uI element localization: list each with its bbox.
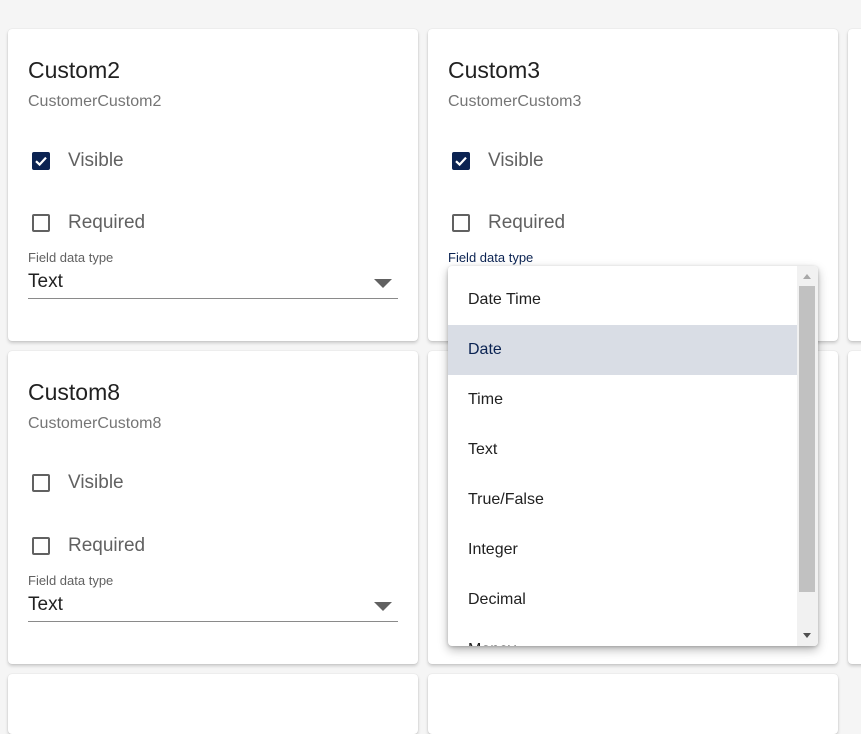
field-data-type-label: Field data type xyxy=(448,250,534,265)
option-date[interactable]: Date xyxy=(448,325,797,375)
field-data-type-label: Field data type xyxy=(28,573,114,588)
field-data-type-dropdown[interactable]: Date Time Date Time Text True/False Inte… xyxy=(448,266,818,646)
caret-down-icon xyxy=(374,279,392,288)
option-money[interactable]: Money xyxy=(448,625,797,646)
visible-checkbox[interactable]: Visible xyxy=(452,150,544,172)
required-label: Required xyxy=(68,212,146,233)
card-title: Custom8 xyxy=(28,379,121,405)
field-data-type-select[interactable]: Text xyxy=(28,592,398,622)
select-value: Text xyxy=(28,594,63,615)
dropdown-options: Date Time Date Time Text True/False Inte… xyxy=(448,275,797,646)
visible-checkbox[interactable]: Visible xyxy=(32,472,124,494)
visible-label: Visible xyxy=(68,472,124,493)
field-data-type-select[interactable]: Text xyxy=(28,269,398,299)
dropdown-scrollbar[interactable] xyxy=(797,266,818,646)
caret-down-icon xyxy=(374,602,392,611)
card-subtitle: CustomerCustom3 xyxy=(448,93,582,110)
visible-label: Visible xyxy=(488,150,544,171)
required-checkbox[interactable]: Required xyxy=(32,535,145,557)
card-title: Custom3 xyxy=(448,57,541,83)
checkbox-box[interactable] xyxy=(32,474,50,492)
checkbox-box[interactable] xyxy=(32,214,50,232)
card-subtitle: CustomerCustom8 xyxy=(28,415,162,432)
field-card-custom8: Custom8 CustomerCustom8 Visible Required… xyxy=(8,351,418,664)
visible-checkbox[interactable]: Visible xyxy=(32,150,124,172)
checkbox-box[interactable] xyxy=(452,152,470,170)
checkmark-icon xyxy=(35,156,47,167)
field-card-custom2: Custom2 CustomerCustom2 Visible Required… xyxy=(8,29,418,341)
required-checkbox[interactable]: Required xyxy=(452,212,565,234)
field-data-type-label: Field data type xyxy=(28,250,114,265)
required-label: Required xyxy=(68,535,146,556)
checkbox-box[interactable] xyxy=(32,152,50,170)
option-decimal[interactable]: Decimal xyxy=(448,575,797,625)
card-subtitle: CustomerCustom2 xyxy=(28,93,162,110)
option-integer[interactable]: Integer xyxy=(448,525,797,575)
scrollbar-thumb[interactable] xyxy=(799,286,815,592)
field-card-partial-right xyxy=(848,29,861,341)
scroll-up-arrow-icon[interactable] xyxy=(803,274,811,279)
checkbox-box[interactable] xyxy=(452,214,470,232)
field-card-partial-right-2 xyxy=(848,351,861,664)
scroll-down-arrow-icon[interactable] xyxy=(803,633,811,638)
field-card-partial-bottom-1 xyxy=(8,674,418,734)
field-card-partial-bottom-2 xyxy=(428,674,838,734)
select-value: Text xyxy=(28,271,63,292)
option-true-false[interactable]: True/False xyxy=(448,475,797,525)
checkmark-icon xyxy=(455,156,467,167)
visible-label: Visible xyxy=(68,150,124,171)
option-text[interactable]: Text xyxy=(448,425,797,475)
option-time[interactable]: Time xyxy=(448,375,797,425)
required-checkbox[interactable]: Required xyxy=(32,212,145,234)
option-date-time[interactable]: Date Time xyxy=(448,275,797,325)
required-label: Required xyxy=(488,212,566,233)
card-title: Custom2 xyxy=(28,57,121,83)
checkbox-box[interactable] xyxy=(32,537,50,555)
